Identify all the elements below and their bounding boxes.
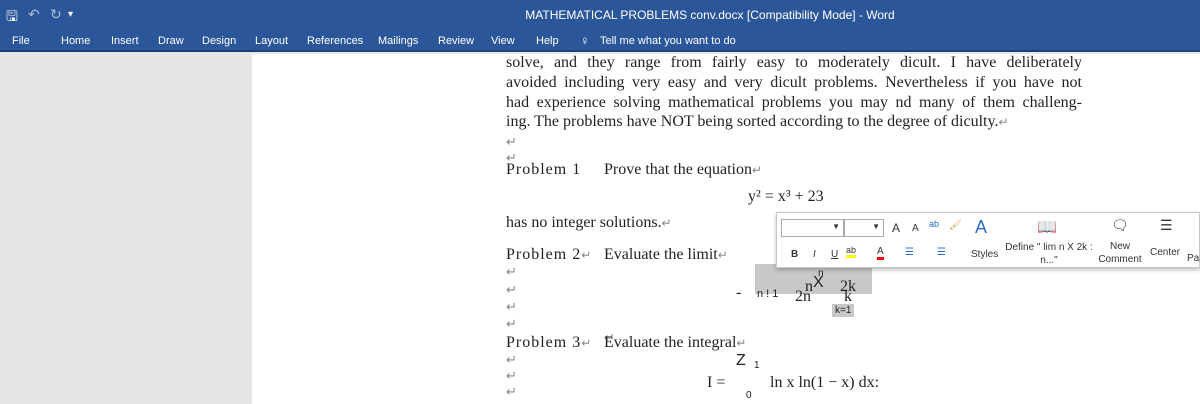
define-icon[interactable]: 📖 [1037, 217, 1057, 237]
underline-button[interactable]: U [831, 249, 838, 260]
problem-3-label: Problem 3↵ [506, 334, 593, 351]
left-margin [0, 54, 252, 404]
tab-references[interactable]: References [307, 35, 363, 47]
styles-button[interactable]: Styles [971, 249, 998, 260]
tab-draw[interactable]: Draw [158, 35, 184, 47]
lightbulb-icon: ♀ [580, 33, 590, 48]
tab-help[interactable]: Help [536, 35, 559, 47]
para-line: ing. The problems have NOT being sorted … [506, 113, 1009, 130]
new-comment-button[interactable]: New Comment [1095, 240, 1145, 266]
styles-icon[interactable]: A [975, 217, 987, 238]
bullets-icon[interactable]: ☰ [905, 247, 914, 258]
numbering-icon[interactable]: ☰ [937, 247, 946, 258]
problem-1-tail: has no integer solutions.↵ [506, 214, 672, 231]
tab-review[interactable]: Review [438, 35, 474, 47]
tab-layout[interactable]: Layout [255, 35, 288, 47]
problem-3-text: Evaluate the integral↵ [604, 334, 747, 351]
title-bar: 🖫 ↶ ↻ ▾ MATHEMATICAL PROBLEMS conv.docx … [0, 0, 1200, 30]
highlight-button[interactable]: ab [846, 245, 857, 258]
window-title: MATHEMATICAL PROBLEMS conv.docx [Compati… [525, 8, 895, 22]
ribbon-tabs: File Home Insert Draw Design Layout Refe… [0, 30, 1200, 52]
format-painter-icon[interactable]: 🖌 [949, 220, 962, 231]
grow-font-button[interactable]: A [892, 221, 900, 235]
tell-me-search[interactable]: Tell me what you want to do [600, 35, 736, 47]
center-button[interactable]: Center [1150, 247, 1180, 258]
shrink-font-button[interactable]: A [912, 223, 919, 234]
italic-button[interactable]: I [813, 249, 816, 260]
tab-mailings[interactable]: Mailings [378, 35, 418, 47]
paragraph-mark: ↵ [506, 134, 517, 149]
define-button[interactable]: Define " lim n X 2k : n..." [999, 241, 1099, 267]
tab-insert[interactable]: Insert [111, 35, 139, 47]
font-color-button[interactable]: A [877, 246, 884, 260]
clear-format-icon[interactable]: ab [929, 219, 939, 229]
para-line: avoided including very easy and very dic… [506, 74, 1082, 91]
problem-2-label: Problem 2↵ [506, 246, 593, 263]
problem-1-text: Prove that the equation↵ [604, 161, 763, 178]
font-size-dropdown[interactable]: ▼ [844, 219, 884, 237]
para-line: had experience solving mathematical prob… [506, 94, 1082, 111]
tab-home[interactable]: Home [61, 35, 90, 47]
paragraph-button[interactable]: Para [1187, 253, 1200, 264]
center-align-icon[interactable]: ☰ [1160, 217, 1173, 234]
new-comment-icon[interactable]: 🗨 [1111, 217, 1129, 234]
mini-toolbar: ▼ ▼ A A ab 🖌 B I U ab A ☰ ☰ A Styles 📖 D… [776, 212, 1200, 268]
font-name-dropdown[interactable]: ▼ [781, 219, 844, 237]
equation-1: y² = x³ + 23 [748, 188, 824, 205]
problem-1-label: Problem 1 [506, 161, 582, 178]
tab-view[interactable]: View [491, 35, 515, 47]
problem-2-text: Evaluate the limit↵ [604, 246, 728, 263]
tab-file[interactable]: File [12, 35, 30, 47]
para-line: solve, and they range from fairly easy t… [506, 54, 1082, 71]
bold-button[interactable]: B [791, 249, 798, 260]
tab-design[interactable]: Design [202, 35, 236, 47]
